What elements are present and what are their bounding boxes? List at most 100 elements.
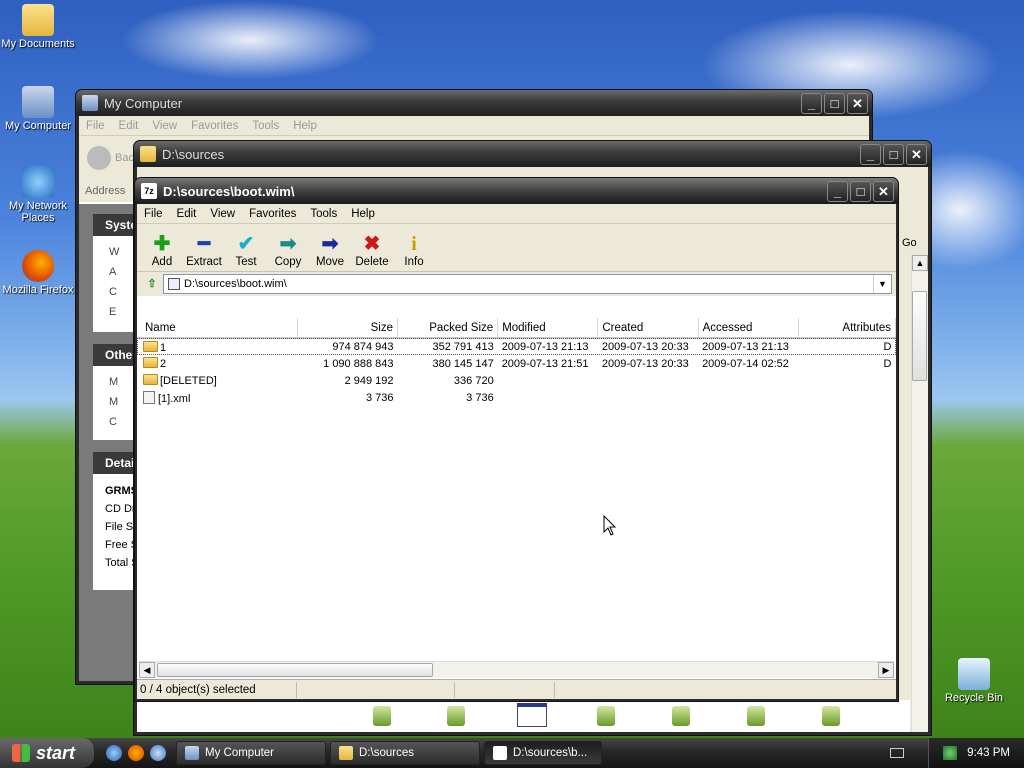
task-pane: Syste W A C E Other M M C Detai GRMS CD …: [79, 204, 153, 681]
folder-icon: [140, 146, 156, 162]
computer-icon: [82, 95, 98, 111]
menu-edit[interactable]: Edit: [170, 208, 204, 220]
network-tray-icon[interactable]: [943, 746, 958, 760]
keyboard-icon[interactable]: [890, 748, 904, 758]
back-icon[interactable]: [87, 146, 111, 170]
toolbar-button-label: Test: [235, 256, 257, 268]
table-row[interactable]: [1].xml 3 736 3 736: [137, 389, 896, 406]
test-button[interactable]: ✔ Test: [225, 232, 267, 271]
column-header-accessed[interactable]: Accessed: [698, 318, 799, 339]
desktop-icon-recycle-bin[interactable]: Recycle Bin: [936, 658, 1012, 704]
taskbar-button-sevenzip[interactable]: D:\sources\b...: [484, 741, 602, 765]
column-header-packed-size[interactable]: Packed Size: [397, 318, 499, 339]
taskbar-button-sources[interactable]: D:\sources: [330, 741, 480, 765]
minimize-button[interactable]: _: [801, 92, 822, 114]
scroll-thumb[interactable]: [157, 663, 433, 677]
column-header-size[interactable]: Size: [297, 318, 399, 339]
media-player-icon[interactable]: [150, 745, 166, 761]
sevenzip-window[interactable]: 7z D:\sources\boot.wim\ _ □ ✕ File Edit …: [134, 177, 899, 702]
add-button[interactable]: ✚ Add: [141, 232, 183, 271]
system-tray: 9:43 PM: [928, 738, 1024, 768]
test-icon: ✔: [237, 233, 255, 255]
move-button[interactable]: ➡ Move: [309, 232, 351, 271]
scroll-thumb[interactable]: [912, 291, 927, 381]
folder-up-icon[interactable]: ⇧: [141, 274, 163, 294]
status-text: 0 / 4 object(s) selected: [137, 681, 297, 698]
menu-view[interactable]: View: [145, 120, 184, 132]
menu-file[interactable]: File: [137, 208, 170, 220]
cell-modified: 2009-07-13 21:13: [501, 341, 589, 353]
address-value: D:\sources\boot.wim\: [184, 278, 287, 290]
menu-edit[interactable]: Edit: [112, 120, 146, 132]
cell-size: 3 736: [365, 391, 394, 404]
maximize-button[interactable]: □: [824, 92, 845, 114]
column-header-attributes[interactable]: Attributes: [798, 318, 896, 339]
setup-file-icon: [672, 706, 690, 726]
address-combobox[interactable]: D:\sources\boot.wim\ ▼: [163, 274, 892, 294]
menu-favorites[interactable]: Favorites: [242, 208, 303, 220]
menu-tools[interactable]: Tools: [303, 208, 344, 220]
file-name: 1: [160, 341, 167, 354]
desktop-icon-my-documents[interactable]: My Documents: [0, 4, 76, 50]
toolbar-button-label: Delete: [355, 256, 389, 268]
menu-help[interactable]: Help: [286, 120, 324, 132]
table-row[interactable]: 2 1 090 888 843 380 145 147 2009-07-13 21:5…: [137, 355, 896, 372]
copy-button[interactable]: ➡ Copy: [267, 232, 309, 271]
column-header-created[interactable]: Created: [597, 318, 699, 339]
minimize-button[interactable]: _: [827, 180, 848, 202]
column-header-name[interactable]: Name: [137, 318, 298, 339]
cell-attr: [798, 389, 895, 406]
delete-button[interactable]: ✖ Delete: [351, 232, 393, 271]
column-header-modified[interactable]: Modified: [497, 318, 599, 339]
vertical-scrollbar[interactable]: ▲: [911, 255, 928, 732]
maximize-button[interactable]: □: [850, 180, 871, 202]
cell-created: [598, 389, 698, 406]
extract-button[interactable]: ━ Extract: [183, 232, 225, 271]
back-button-label[interactable]: Bac: [115, 152, 134, 164]
file-list[interactable]: Name Size Packed Size Modified Created A…: [137, 318, 896, 661]
toolbar-button-label: Copy: [274, 256, 302, 268]
horizontal-scrollbar[interactable]: ◀ ▶: [139, 661, 894, 678]
menu-file[interactable]: File: [79, 120, 112, 132]
menu-view[interactable]: View: [203, 208, 242, 220]
info-icon: i: [411, 233, 417, 255]
quick-launch: [106, 745, 176, 761]
menu-tools[interactable]: Tools: [245, 120, 286, 132]
close-button[interactable]: ✕: [847, 92, 868, 114]
chevron-down-icon[interactable]: ▼: [873, 275, 891, 293]
internet-explorer-icon[interactable]: [106, 745, 122, 761]
taskbar-button-my-computer[interactable]: My Computer: [176, 741, 326, 765]
window-file-icon: [517, 703, 547, 727]
info-button[interactable]: i Info: [393, 232, 435, 271]
scroll-right-arrow[interactable]: ▶: [878, 662, 894, 678]
desktop-icon-network-places[interactable]: My Network Places: [0, 166, 76, 224]
desktop-icon-label: Mozilla Firefox: [2, 284, 74, 296]
minimize-button[interactable]: _: [860, 143, 881, 165]
folder-icon: [339, 746, 353, 760]
table-row[interactable]: [DELETED] 2 949 192 336 720: [137, 372, 896, 389]
setup-file-icon: [447, 706, 465, 726]
table-row[interactable]: 1 974 874 943 352 791 413 2009-07-13 21:13 2…: [137, 338, 896, 355]
menu-help[interactable]: Help: [344, 208, 382, 220]
start-button[interactable]: start: [0, 738, 94, 768]
close-button[interactable]: ✕: [906, 143, 927, 165]
desktop-icon-firefox[interactable]: Mozilla Firefox: [0, 250, 76, 296]
folder-icon: [143, 357, 158, 368]
firefox-icon[interactable]: [128, 745, 144, 761]
cell-modified: [498, 389, 598, 406]
archive-icon: [168, 278, 180, 290]
clock[interactable]: 9:43 PM: [967, 747, 1010, 759]
menu-favorites[interactable]: Favorites: [184, 120, 245, 132]
address-label: Address: [85, 185, 126, 197]
go-button[interactable]: Go: [902, 237, 917, 249]
close-button[interactable]: ✕: [873, 180, 894, 202]
maximize-button[interactable]: □: [883, 143, 904, 165]
toolbar-button-label: Move: [315, 256, 345, 268]
scroll-left-arrow[interactable]: ◀: [139, 662, 155, 678]
desktop-icon-my-computer[interactable]: My Computer: [0, 86, 76, 132]
folder-icon: [22, 4, 54, 36]
windows-logo-icon: [12, 744, 30, 762]
thumbnail-strip: [137, 700, 910, 732]
firefox-icon: [22, 250, 54, 282]
scroll-up-arrow[interactable]: ▲: [912, 255, 928, 271]
